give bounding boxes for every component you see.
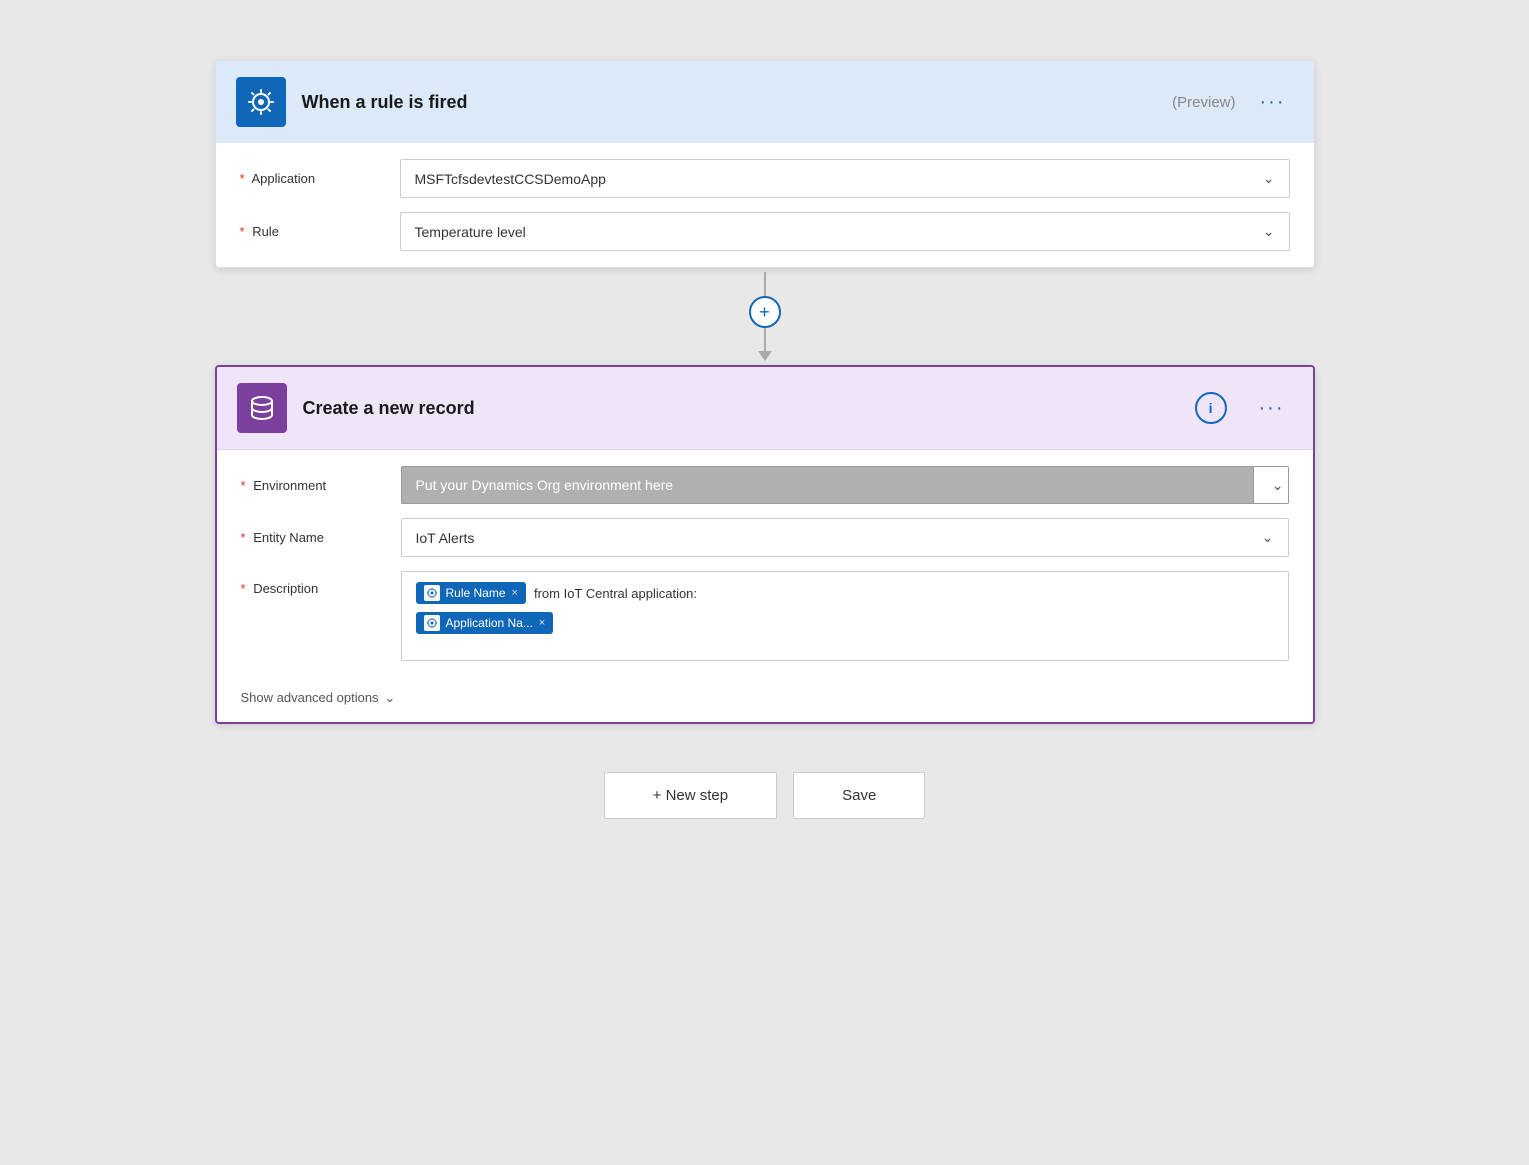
rule-chevron-icon: ⌄ [1263,223,1275,240]
tag1-label: Rule Name [446,586,506,600]
rule-label: * Rule [240,224,400,239]
trigger-title: When a rule is fired [302,92,1149,113]
environment-value: Put your Dynamics Org environment here [402,467,1253,503]
entity-value: IoT Alerts [416,530,475,546]
entity-label: * Entity Name [241,530,401,545]
rule-row: * Rule Temperature level ⌄ [240,212,1290,251]
rule-required-star: * [240,224,245,239]
tag2-icon [424,615,440,631]
description-row: * Description [241,571,1289,661]
action-title: Create a new record [303,398,1179,419]
description-field[interactable]: Rule Name × from IoT Central application… [401,571,1289,661]
info-button[interactable]: i [1195,392,1227,424]
tag1-close-icon[interactable]: × [512,587,518,599]
tag2-svg-icon [426,617,438,629]
add-step-button[interactable]: + [749,296,781,328]
environment-dropdown[interactable]: Put your Dynamics Org environment here ⌄ [401,466,1289,504]
application-required-star: * [240,171,245,186]
rule-name-tag[interactable]: Rule Name × [416,582,526,604]
action-card: Create a new record i ··· * Environment … [215,365,1315,724]
advanced-label: Show advanced options [241,690,379,705]
entity-dropdown[interactable]: IoT Alerts ⌄ [401,518,1289,557]
application-dropdown[interactable]: MSFTcfsdevtestCCSDemoApp ⌄ [400,159,1290,198]
advanced-options-section: Show advanced options ⌄ [217,677,1313,722]
trigger-icon [245,86,277,118]
desc-required-star: * [241,581,246,596]
environment-row: * Environment Put your Dynamics Org envi… [241,466,1289,504]
tag2-close-icon[interactable]: × [539,617,545,629]
flow-container: When a rule is fired (Preview) ··· * App… [215,60,1315,819]
env-required-star: * [241,478,246,493]
connector-arrow [758,351,772,361]
connector-line-top [764,272,766,296]
description-label: * Description [241,571,401,596]
show-advanced-link[interactable]: Show advanced options ⌄ [241,690,396,706]
new-step-button[interactable]: + New step [604,772,777,819]
action-card-header: Create a new record i ··· [217,367,1313,449]
trigger-card-body: * Application MSFTcfsdevtestCCSDemoApp ⌄… [216,143,1314,267]
environment-label: * Environment [241,478,401,493]
connector: + [749,272,781,361]
action-more-button[interactable]: ··· [1251,393,1293,424]
entity-row: * Entity Name IoT Alerts ⌄ [241,518,1289,557]
action-icon-box [237,383,287,433]
save-button[interactable]: Save [793,772,925,819]
trigger-card-header: When a rule is fired (Preview) ··· [216,61,1314,143]
tag1-svg-icon [426,587,438,599]
tag2-label: Application Na... [446,616,533,630]
description-text: from IoT Central application: [534,586,697,601]
trigger-preview: (Preview) [1172,94,1235,111]
connector-line-bottom [764,328,766,352]
tag1-icon [424,585,440,601]
application-chevron-icon: ⌄ [1263,170,1275,187]
app-name-tag[interactable]: Application Na... × [416,612,554,634]
environment-chevron-icon: ⌄ [1253,467,1289,504]
description-line2: Application Na... × [416,612,554,634]
trigger-more-button[interactable]: ··· [1252,87,1294,118]
action-icon [247,393,277,423]
action-card-body: * Environment Put your Dynamics Org envi… [217,449,1313,677]
trigger-card: When a rule is fired (Preview) ··· * App… [215,60,1315,268]
entity-chevron-icon: ⌄ [1262,529,1274,546]
application-value: MSFTcfsdevtestCCSDemoApp [415,171,606,187]
application-row: * Application MSFTcfsdevtestCCSDemoApp ⌄ [240,159,1290,198]
trigger-icon-box [236,77,286,127]
rule-value: Temperature level [415,224,526,240]
application-label: * Application [240,171,400,186]
advanced-chevron-icon: ⌄ [385,690,396,706]
rule-dropdown[interactable]: Temperature level ⌄ [400,212,1290,251]
entity-required-star: * [241,530,246,545]
description-line1: Rule Name × from IoT Central application… [416,582,698,604]
bottom-buttons: + New step Save [604,772,926,819]
